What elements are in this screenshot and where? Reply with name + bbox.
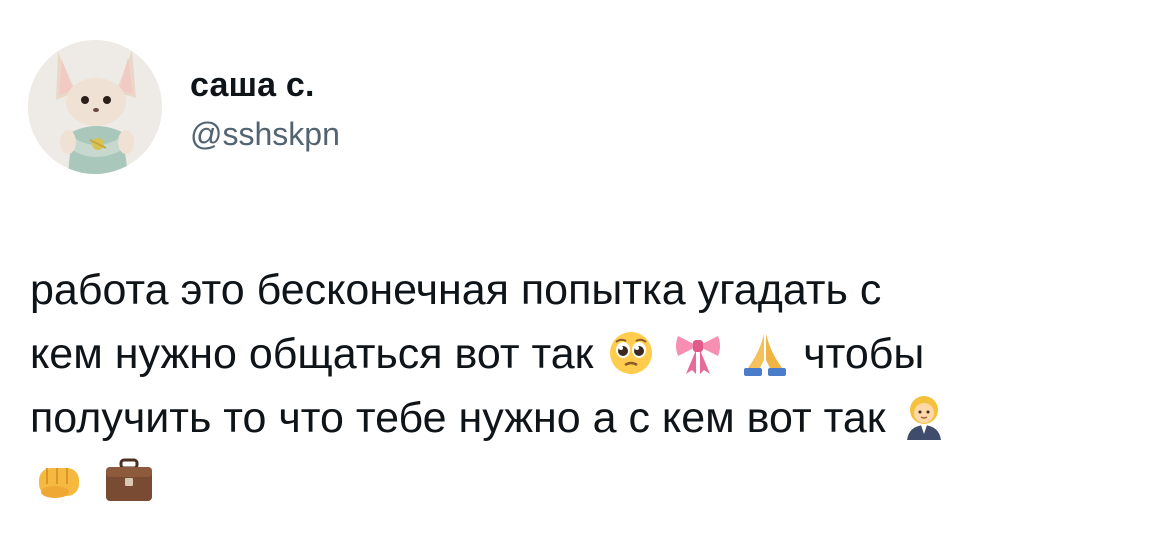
tweet-card: саша с. @sshskpn работа это бесконечная …: [0, 0, 1172, 560]
oncoming-fist-emoji-icon: [33, 458, 85, 504]
author-handle[interactable]: @sshskpn: [190, 116, 340, 153]
pleading-face-emoji-icon: [608, 330, 654, 376]
tweet-line-2-text: кем нужно общаться вот так: [30, 330, 594, 378]
folded-hands-emoji-icon: [742, 330, 788, 376]
woman-office-worker-emoji-icon: [901, 394, 947, 440]
briefcase-emoji-icon: [103, 458, 155, 504]
tweet-line-4: [30, 450, 1130, 514]
tweet-line-3: получить то что тебе нужно а с кем вот т…: [30, 386, 1130, 450]
tweet-line-2-end: чтобы: [803, 330, 925, 378]
tweet-text: работа это бесконечная попытка угадать с…: [30, 258, 1130, 514]
ribbon-emoji-icon: [672, 330, 724, 376]
avatar[interactable]: [28, 40, 162, 174]
tweet-line-2: кем нужно общаться вот так чтобы: [30, 322, 1130, 386]
author-display-name[interactable]: саша с.: [190, 66, 315, 105]
tweet-line-3-text: получить то что тебе нужно а с кем вот т…: [30, 394, 886, 442]
avatar-image: [28, 40, 162, 174]
tweet-line-1: работа это бесконечная попытка угадать с: [30, 266, 882, 314]
